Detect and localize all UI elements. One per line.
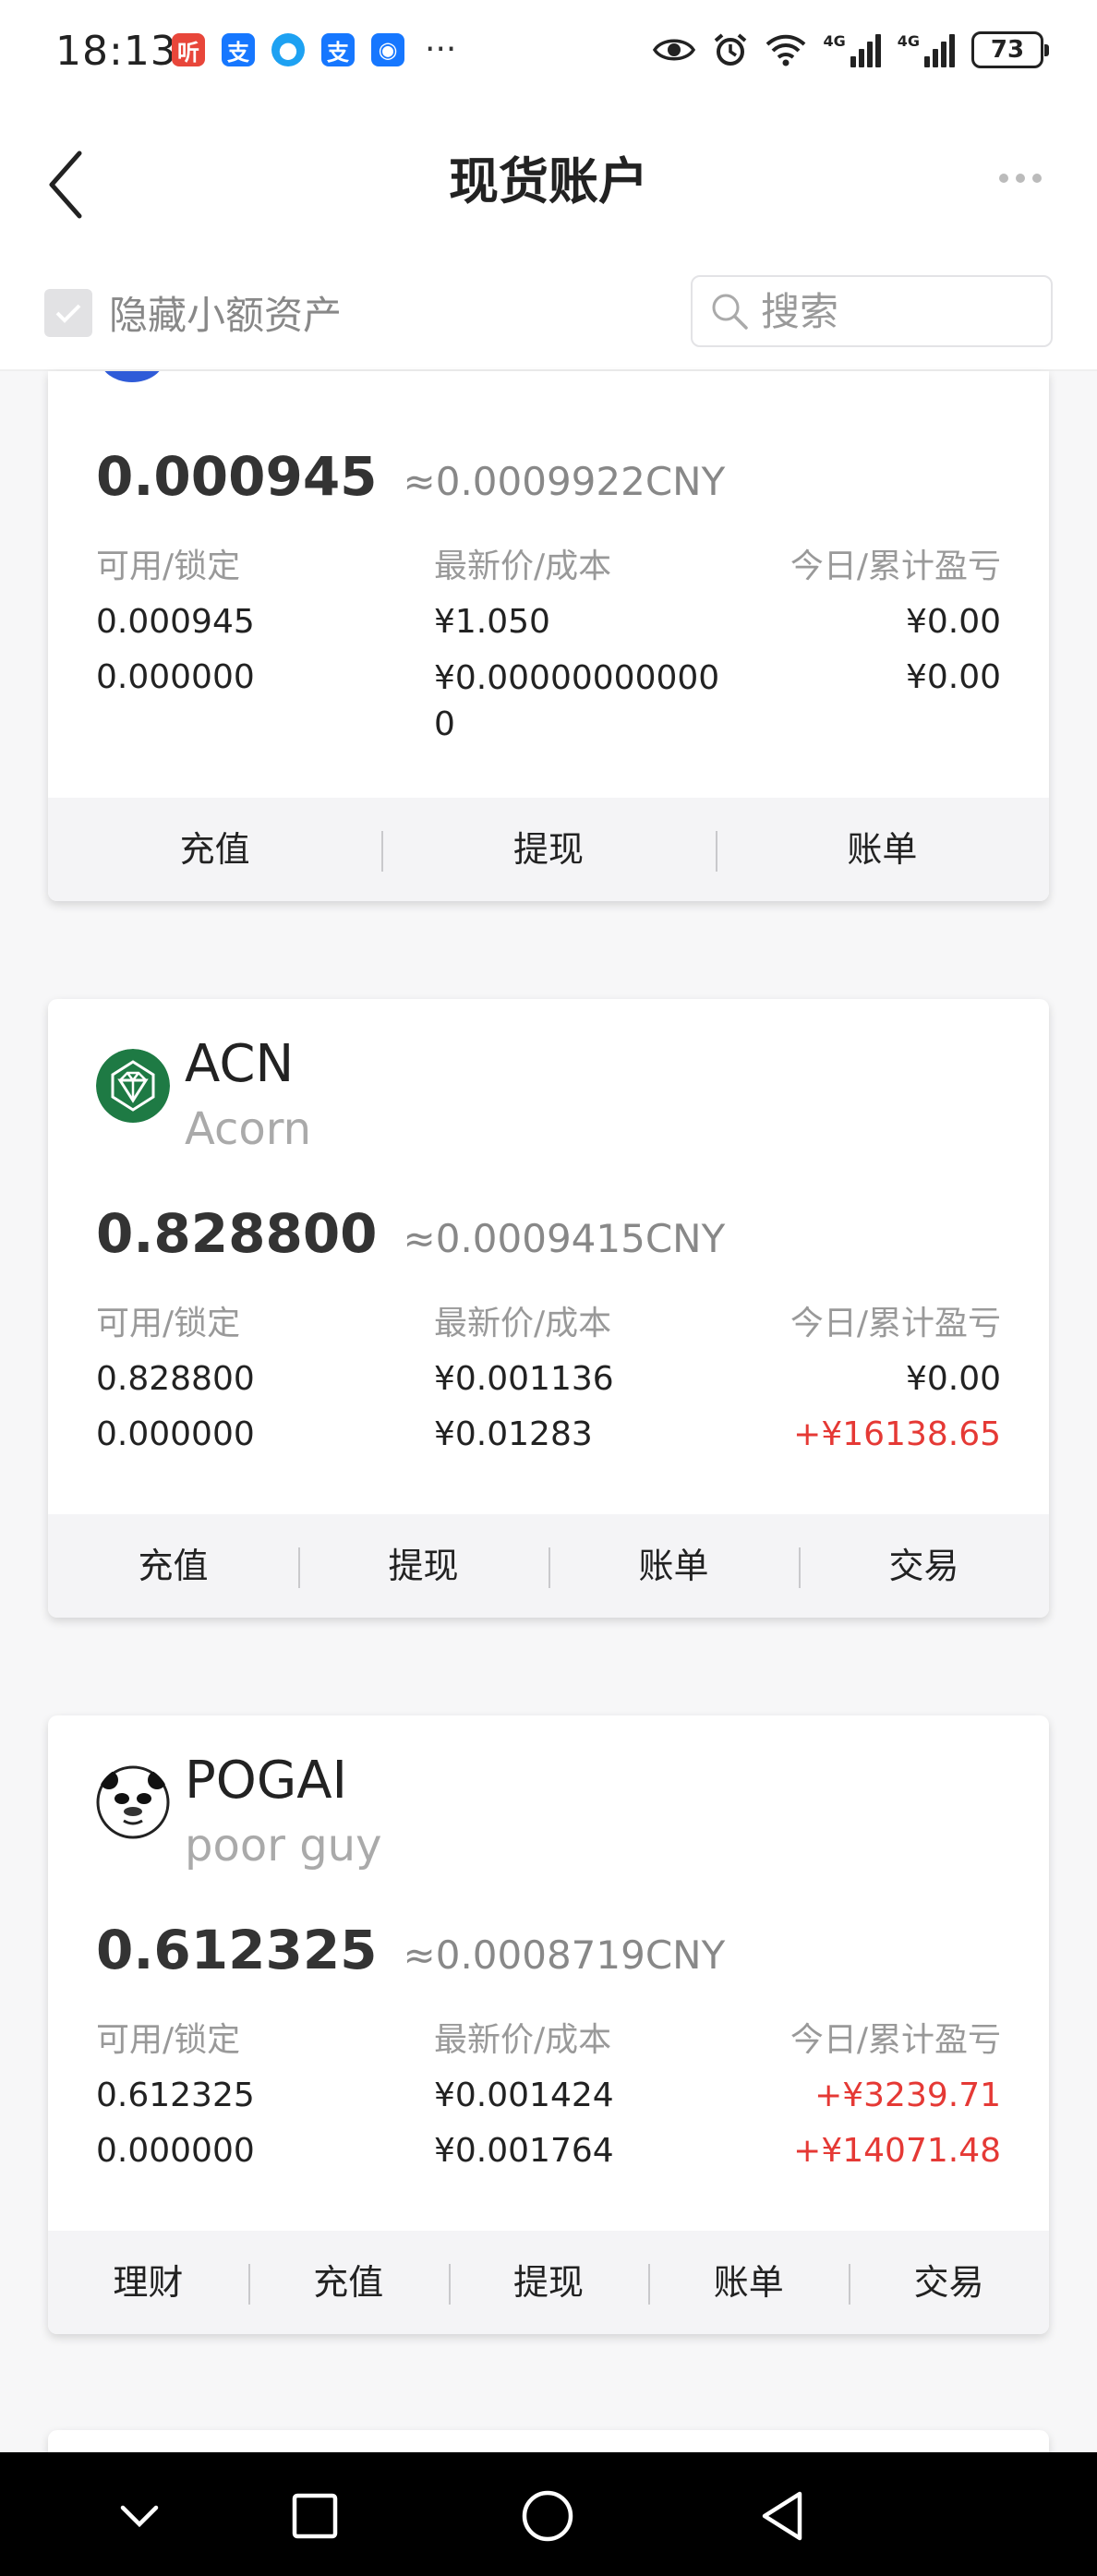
pnl-label: 今日/累计盈亏 [790,2021,1001,2059]
pnl-label: 今日/累计盈亏 [790,1305,1001,1342]
app-header: 现货账户 [0,103,1097,251]
balance-amount: 0.000945 [96,445,378,508]
nav-home-button[interactable] [515,2484,580,2548]
search-icon [712,294,748,330]
available-locked-label: 可用/锁定 [96,1305,241,1342]
system-navigation-bar [0,2452,1097,2576]
pnl-label: 今日/累计盈亏 [790,548,1001,585]
chevron-down-icon [120,2505,159,2528]
more-options-button[interactable] [999,174,1042,183]
balance-approx-cny: ≈0.0008719CNY [403,1932,726,1978]
balance-amount: 0.828800 [96,1202,378,1265]
square-icon [292,2493,338,2539]
nav-back-button[interactable] [750,2484,814,2548]
hide-small-assets-label: 隐藏小额资产 [109,293,343,338]
withdraw-button[interactable]: 提现 [448,2231,649,2334]
more-notifications-icon: ··· [425,30,457,68]
withdraw-button[interactable]: 提现 [381,798,715,901]
coin-symbol: POGAI [185,1751,348,1811]
search-box[interactable] [691,275,1053,347]
total-pnl-value: ¥0.00 [905,658,1001,696]
deposit-button[interactable]: 充值 [48,1514,298,1618]
search-input[interactable] [761,288,1038,334]
bill-button[interactable]: 账单 [648,2231,849,2334]
available-value: 0.000945 [96,603,255,641]
alipay-icon: 支 [321,33,355,66]
balance-approx-cny: ≈0.0009415CNY [403,1216,726,1261]
bill-button[interactable]: 账单 [715,798,1049,901]
checkbox[interactable] [44,288,92,337]
wealth-management-button[interactable]: 理财 [48,2231,248,2334]
cellular-signal-icon: 4G [898,32,955,67]
cellular-signal-icon: 4G [823,32,881,67]
balance-row: 0.612325 ≈0.0008719CNY [96,1919,725,1981]
coin-header: POGAI poor guy [96,1749,382,1878]
available-locked-label: 可用/锁定 [96,548,241,585]
status-bar: 18:13 听 支 ● 支 ◉ ··· 4G 4G 73 [0,0,1097,103]
total-pnl-value: +¥16138.65 [793,1415,1001,1453]
asset-card: ACN Acorn 0.828800 ≈0.0009415CNY 可用/锁定 0… [48,999,1049,1618]
withdraw-button[interactable]: 提现 [298,1514,548,1618]
status-time: 18:13 [55,28,177,75]
filter-bar: 隐藏小额资产 [0,251,1097,371]
bulb-app-icon: ◉ [371,33,404,66]
circle-icon [522,2490,573,2542]
coin-name: Acorn [185,1103,312,1155]
available-value: 0.612325 [96,2076,255,2114]
locked-value: 0.000000 [96,1415,255,1453]
total-pnl-value: +¥14071.48 [793,2132,1001,2170]
locked-value: 0.000000 [96,2132,255,2170]
nav-recents-button[interactable] [283,2484,347,2548]
card-actions: 充值 提现 账单 交易 [48,1514,1049,1618]
coin-name: poor guy [185,1820,382,1872]
page-title: 现货账户 [449,152,648,211]
locked-value: 0.000000 [96,658,255,696]
more-dot-icon [1016,174,1025,183]
balance-amount: 0.612325 [96,1919,378,1981]
ting-app-icon: 听 [172,33,205,66]
nav-collapse-button[interactable] [107,2484,172,2548]
wifi-icon [766,34,806,66]
coin-symbol: ACN [185,1034,295,1094]
asset-card: POGAI poor guy 0.612325 ≈0.0008719CNY 可用… [48,1715,1049,2334]
alarm-icon [715,33,747,66]
more-dot-icon [999,174,1008,183]
asset-card: 0.000945 ≈0.0009922CNY 可用/锁定 0.000945 0.… [48,371,1049,901]
check-icon [55,304,81,323]
coin-header: ACN Acorn [96,1032,311,1162]
card-actions: 理财 充值 提现 账单 交易 [48,2231,1049,2334]
deposit-button[interactable]: 充值 [247,2231,449,2334]
eye-icon [653,39,696,61]
battery-icon: 73 [971,31,1049,68]
available-value: 0.828800 [96,1360,255,1398]
today-pnl-value: +¥3239.71 [814,2076,1001,2114]
coin-logo [100,371,164,382]
balance-row: 0.828800 ≈0.0009415CNY [96,1202,725,1265]
today-pnl-value: ¥0.00 [905,603,1001,641]
balance-approx-cny: ≈0.0009922CNY [403,459,726,504]
hide-small-assets-toggle[interactable]: 隐藏小额资产 [44,284,342,341]
available-locked-label: 可用/锁定 [96,2021,241,2059]
system-icons: 4G 4G 73 [653,31,1049,68]
trade-button[interactable]: 交易 [849,2231,1049,2334]
bill-button[interactable]: 账单 [548,1514,799,1618]
triangle-back-icon [762,2491,802,2541]
notification-icons: 听 支 ● 支 ◉ ··· [172,33,456,66]
blue-app-icon: ● [271,33,305,66]
card-actions: 充值 提现 账单 [48,798,1049,901]
trade-button[interactable]: 交易 [799,1514,1049,1618]
today-pnl-value: ¥0.00 [905,1360,1001,1398]
panda-meme-logo-icon [96,1765,170,1839]
acorn-logo-icon [96,1049,170,1123]
balance-row: 0.000945 ≈0.0009922CNY [96,445,725,508]
deposit-button[interactable]: 充值 [48,798,381,901]
more-dot-icon [1032,174,1042,183]
alipay-icon: 支 [222,33,255,66]
